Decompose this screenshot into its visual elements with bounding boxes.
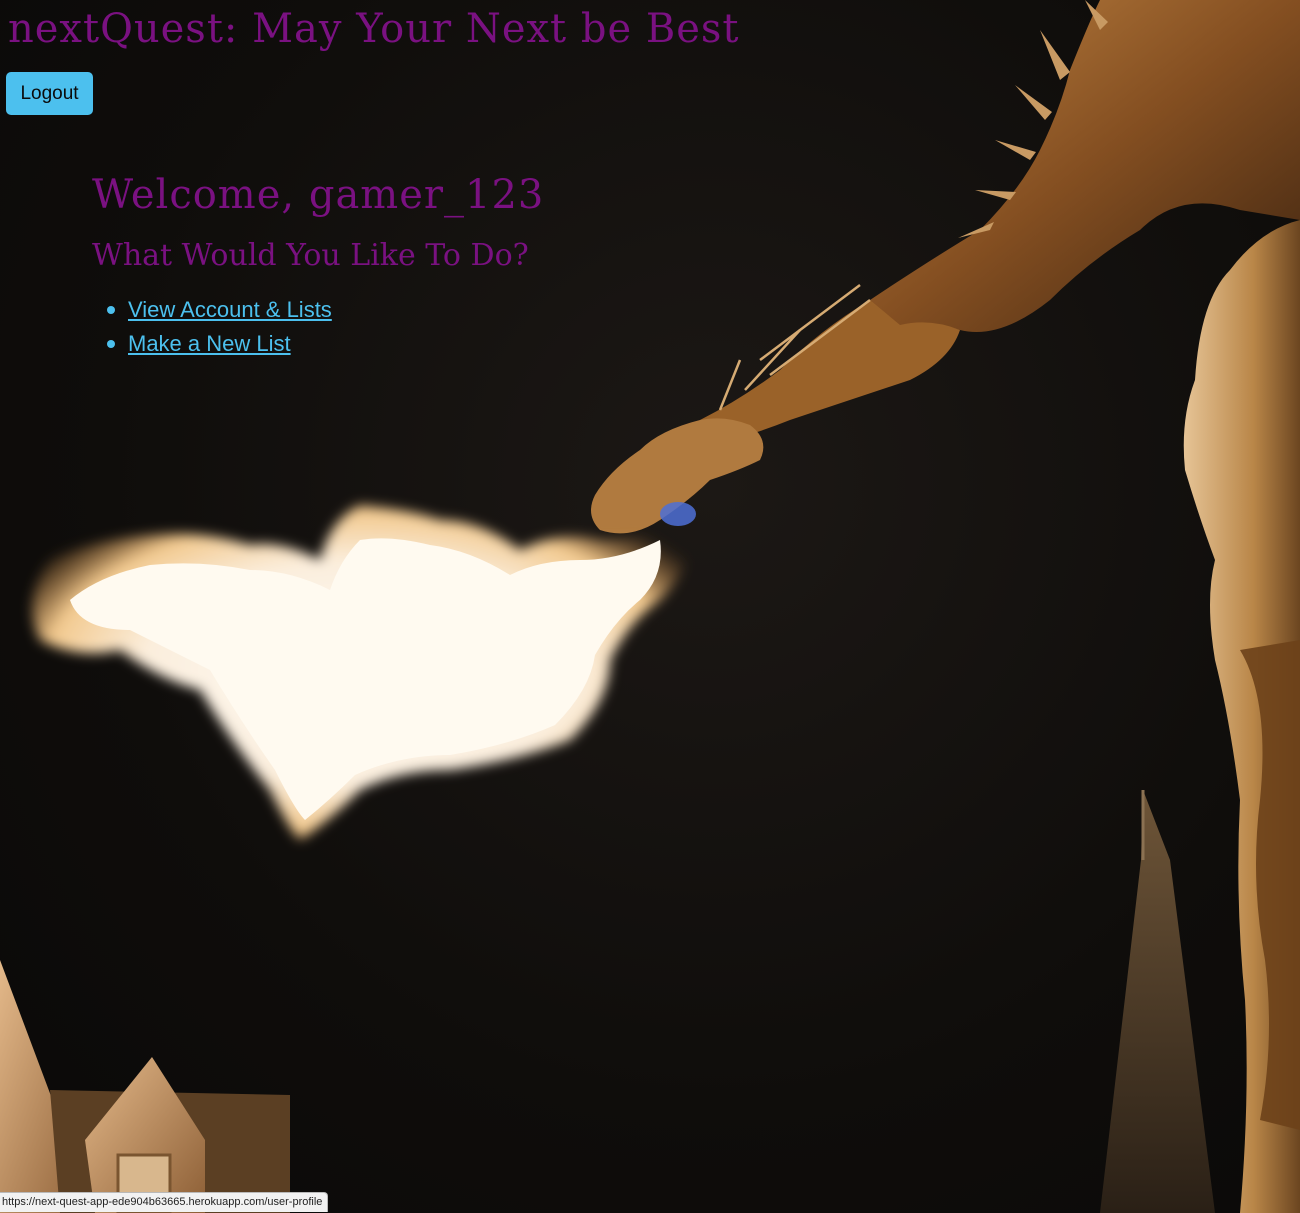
view-account-lists-link[interactable]: View Account & Lists bbox=[128, 297, 332, 322]
make-new-list-link[interactable]: Make a New List bbox=[128, 331, 291, 356]
list-item: Make a New List bbox=[107, 328, 332, 362]
church-spire bbox=[1100, 790, 1215, 1213]
action-prompt-heading: What Would You Like To Do? bbox=[92, 238, 529, 273]
page: nextQuest: May Your Next be Best Logout … bbox=[0, 0, 1300, 1213]
site-title: nextQuest: May Your Next be Best bbox=[8, 6, 740, 52]
welcome-heading: Welcome, gamer_123 bbox=[92, 172, 545, 218]
list-item: View Account & Lists bbox=[107, 294, 332, 328]
browser-status-bar-url: https://next-quest-app-ede904b63665.hero… bbox=[0, 1192, 329, 1212]
bullet-icon bbox=[107, 306, 115, 314]
logout-button[interactable]: Logout bbox=[6, 72, 93, 115]
action-links-list: View Account & Lists Make a New List bbox=[107, 294, 332, 362]
bullet-icon bbox=[107, 340, 115, 348]
